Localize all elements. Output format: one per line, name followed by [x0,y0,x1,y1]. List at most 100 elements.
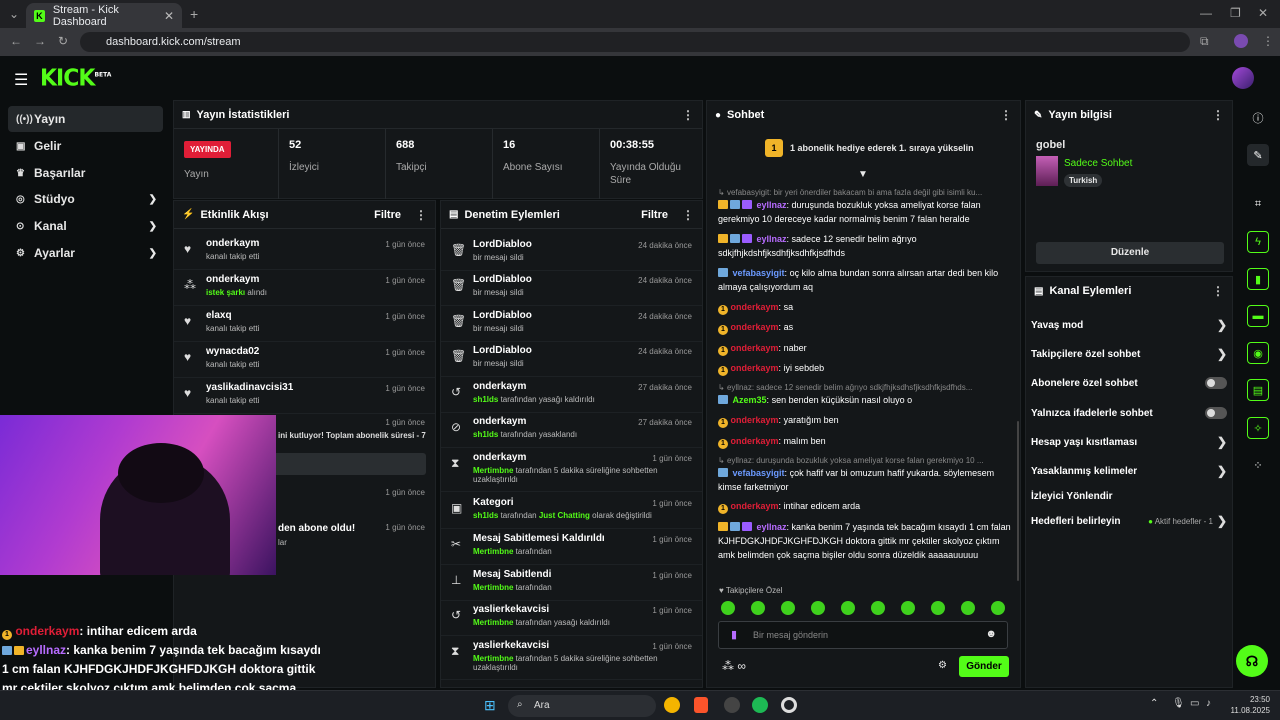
document-icon[interactable]: ▮ [1247,268,1269,290]
back-icon[interactable]: ← [10,34,22,48]
chat-username[interactable]: onderkaym [731,343,779,353]
profile-avatar[interactable] [1234,34,1248,48]
filter-button[interactable]: Filtre [374,209,401,221]
sidebar-item-yayin[interactable]: ((•)) Yayın [8,106,163,132]
moderator-name[interactable]: Mertimbne [473,466,513,475]
chat-actions-icon[interactable]: ⁂ ∞ [722,659,746,673]
chat-username[interactable]: onderkaym [731,436,779,446]
sidebar-item-gelir[interactable]: ▣ Gelir [8,133,163,159]
extensions-icon[interactable]: ⧉ [1200,34,1209,49]
emote-icon[interactable] [991,601,1005,615]
chat-input-box[interactable]: ▮ Bir mesaj gönderin ☻ [718,621,1008,649]
emote-icon[interactable] [871,601,885,615]
reload-icon[interactable]: ↻ [58,34,68,48]
chat-username[interactable]: onderkaym [731,322,779,332]
obs-icon[interactable] [781,697,797,713]
forward-icon[interactable]: → [34,34,46,48]
emote-icon[interactable] [931,601,945,615]
more-options-icon[interactable]: ⋮ [415,208,427,222]
close-window-icon[interactable]: ✕ [1258,6,1268,20]
emote-icon[interactable] [721,601,735,615]
broadcast-icon[interactable]: ◉ [1247,342,1269,364]
support-headset-icon[interactable]: ☊ [1236,645,1268,677]
action-account-age[interactable]: Hesap yaşı kısıtlaması ❯ [1031,434,1227,450]
network-icon[interactable]: ▭ [1190,698,1199,709]
chat-icon[interactable]: ▬ [1247,305,1269,327]
emoji-icon[interactable]: ☻ [985,628,997,640]
chat-username[interactable]: onderkaym [731,302,779,312]
wrench-icon[interactable]: ✧ [1247,417,1269,439]
sidebar-item-ayarlar[interactable]: ⚙ Ayarlar ❯ [8,240,163,266]
moderator-name[interactable]: Mertimbne [473,583,513,592]
collapse-icon[interactable]: ▼ [858,169,868,180]
emote-icon[interactable] [811,601,825,615]
more-options-icon[interactable]: ⋮ [1000,108,1012,122]
brave-icon[interactable] [694,697,708,713]
github-icon[interactable] [724,697,740,713]
microphone-icon[interactable]: 🎙 [1172,698,1185,709]
pinned-gift-banner[interactable]: 1 1 abonelik hediye ederek 1. sıraya yük… [765,139,974,157]
filter-button[interactable]: Filtre [641,209,668,221]
chat-username[interactable]: onderkaym [731,363,779,373]
emote-icon[interactable] [781,601,795,615]
chat-username[interactable]: onderkaym [731,501,779,511]
sidebar-item-kanal[interactable]: ⊙ Kanal ❯ [8,213,163,239]
lightning-icon[interactable]: ϟ [1247,231,1269,253]
send-button[interactable]: Gönder [959,656,1009,677]
minimize-icon[interactable]: — [1200,6,1212,20]
chat-username[interactable]: vefabasyigit [733,468,785,478]
chat-username[interactable]: eyllnaz [757,522,787,532]
tab-search-icon[interactable]: ⌄ [9,7,19,21]
action-host[interactable]: İzleyici Yönlendir [1031,488,1227,504]
volume-icon[interactable]: ♪ [1206,698,1211,709]
spotify-icon[interactable] [752,697,768,713]
chat-settings-icon[interactable]: ⚙ [938,660,947,671]
subscribers-only-toggle[interactable] [1205,377,1227,389]
windows-start-icon[interactable]: ⊞ [484,697,496,714]
chat-scrollbar[interactable] [1017,421,1019,581]
info-icon[interactable]: ⓘ [1247,107,1269,129]
chat-username[interactable]: vefabasyigit [733,268,785,278]
chat-username[interactable]: eyllnaz [757,234,787,244]
chat-username[interactable]: eyllnaz [757,200,787,210]
moderator-name[interactable]: sh1lds [473,511,498,520]
kick-logo[interactable]: KICKBETA [40,65,111,91]
moderator-name[interactable]: Mertimbne [473,547,513,556]
emote-only-toggle[interactable] [1205,407,1227,419]
emote-icon[interactable] [901,601,915,615]
browser-tab[interactable]: K Stream - Kick Dashboard ✕ [26,3,182,28]
moderator-name[interactable]: Mertimbne [473,618,513,627]
emote-icon[interactable] [961,601,975,615]
pencil-icon[interactable]: ✎ [1247,144,1269,166]
taskbar-search[interactable]: ⌕ Ara [508,695,656,717]
new-tab-icon[interactable]: + [190,6,198,22]
more-options-icon[interactable]: ⋮ [682,208,694,222]
layout-icon[interactable]: ▤ [1247,379,1269,401]
user-avatar[interactable] [1232,67,1254,89]
action-followers-only[interactable]: Takipçilere özel sohbet ❯ [1031,346,1227,362]
capture-icon[interactable]: ⌗ [1247,193,1269,215]
more-options-icon[interactable]: ⋮ [1212,108,1224,122]
emote-icon[interactable] [751,601,765,615]
browser-menu-icon[interactable]: ⋮ [1262,34,1274,48]
dots-icon[interactable]: ⁘ [1247,454,1269,476]
chat-username[interactable]: Azem35 [733,395,767,405]
moderator-name[interactable]: sh1lds [473,430,498,439]
action-banned-words[interactable]: Yasaklanmış kelimeler ❯ [1031,463,1227,479]
close-tab-icon[interactable]: ✕ [164,9,174,23]
stream-category[interactable]: Sadece Sohbet [1064,158,1132,169]
sidebar-item-studyo[interactable]: ◎ Stüdyo ❯ [8,186,163,212]
clock[interactable]: 23:50 11.08.2025 [1226,694,1270,716]
edit-stream-button[interactable]: Düzenle [1036,242,1224,264]
url-field[interactable]: dashboard.kick.com/stream [80,32,1190,52]
mic-icon[interactable]: ▮ [731,628,737,641]
tray-overflow-icon[interactable]: ⌃ [1150,698,1158,709]
more-options-icon[interactable]: ⋮ [1212,284,1224,298]
action-slow-mode[interactable]: Yavaş mod ❯ [1031,317,1227,333]
moderator-name[interactable]: Mertimbne [473,654,513,663]
emote-icon[interactable] [841,601,855,615]
chat-username[interactable]: onderkaym [731,415,779,425]
action-goals[interactable]: Hedefleri belirleyin ● Aktif hedefler - 1… [1031,513,1227,529]
maximize-icon[interactable]: ❐ [1230,6,1241,20]
more-options-icon[interactable]: ⋮ [682,108,694,122]
